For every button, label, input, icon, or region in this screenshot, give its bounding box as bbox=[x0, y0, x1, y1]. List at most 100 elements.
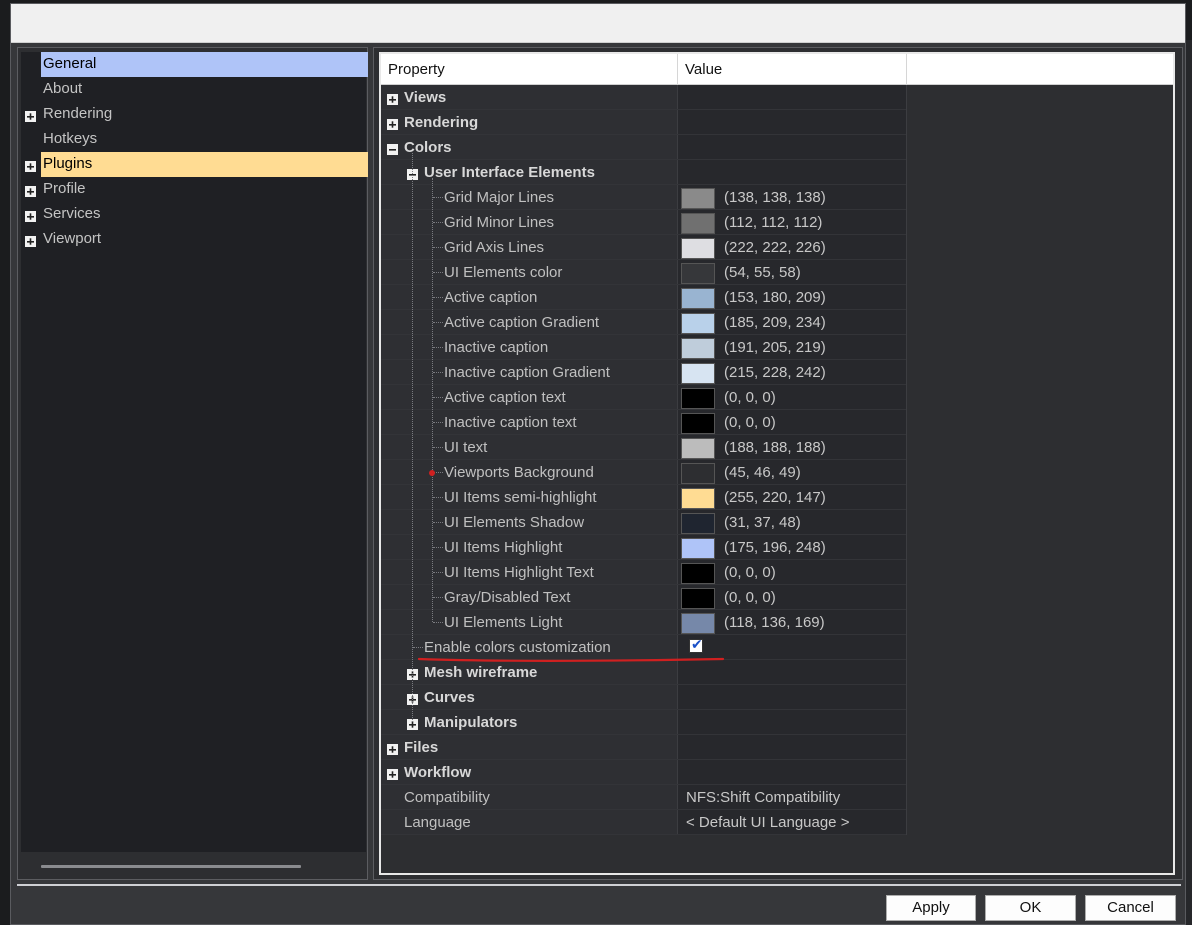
color-swatch[interactable] bbox=[681, 438, 715, 459]
category-item-about[interactable]: About bbox=[21, 77, 366, 102]
color-swatch[interactable] bbox=[681, 363, 715, 384]
color-property-grid-axis-lines[interactable]: Grid Axis Lines (222, 222, 226) bbox=[381, 235, 906, 260]
color-property-ui-text[interactable]: UI text (188, 188, 188) bbox=[381, 435, 906, 460]
property-name: Curves bbox=[424, 689, 475, 706]
color-swatch[interactable] bbox=[681, 588, 715, 609]
property-value: (138, 138, 138) bbox=[724, 189, 826, 206]
tree-connector-line bbox=[433, 247, 443, 248]
color-swatch[interactable] bbox=[681, 213, 715, 234]
group-files[interactable]: Files bbox=[381, 735, 906, 760]
category-tree-panel: General About Rendering Hotkeys Plugins Profi… bbox=[17, 47, 368, 880]
property-value: (31, 37, 48) bbox=[724, 514, 801, 531]
property-value: (118, 136, 169) bbox=[724, 614, 825, 631]
color-swatch[interactable] bbox=[681, 188, 715, 209]
tree-connector-line bbox=[433, 322, 443, 323]
color-property-inactive-caption[interactable]: Inactive caption (191, 205, 219) bbox=[381, 335, 906, 360]
property-name: Inactive caption Gradient bbox=[444, 364, 610, 381]
category-item-profile[interactable]: Profile bbox=[21, 177, 366, 202]
color-property-ui-elements-shadow[interactable]: UI Elements Shadow (31, 37, 48) bbox=[381, 510, 906, 535]
tree-connector-line bbox=[433, 522, 443, 523]
property-name: Views bbox=[404, 89, 447, 106]
color-swatch[interactable] bbox=[681, 388, 715, 409]
collapse-minus-icon[interactable] bbox=[387, 142, 398, 155]
color-swatch[interactable] bbox=[681, 538, 715, 559]
tree-connector-line bbox=[433, 622, 443, 623]
color-swatch[interactable] bbox=[681, 613, 715, 634]
column-header-value[interactable]: Value bbox=[678, 54, 907, 85]
color-property-grid-minor-lines[interactable]: Grid Minor Lines (112, 112, 112) bbox=[381, 210, 906, 235]
group-rendering[interactable]: Rendering bbox=[381, 110, 906, 135]
color-property-ui-items-highlight[interactable]: UI Items Highlight (175, 196, 248) bbox=[381, 535, 906, 560]
group-workflow[interactable]: Workflow bbox=[381, 760, 906, 785]
category-item-general[interactable]: General bbox=[21, 52, 368, 77]
property-value: (215, 228, 242) bbox=[724, 364, 826, 381]
property-value: (0, 0, 0) bbox=[724, 414, 776, 431]
enable-colors-checkbox[interactable]: ✔ bbox=[689, 637, 703, 653]
category-item-services[interactable]: Services bbox=[21, 202, 366, 227]
color-swatch[interactable] bbox=[681, 463, 715, 484]
group-user-interface-elements[interactable]: User Interface Elements bbox=[381, 160, 906, 185]
language-row[interactable]: Language < Default UI Language > bbox=[381, 810, 906, 835]
color-property-active-caption-gradient[interactable]: Active caption Gradient (185, 209, 234) bbox=[381, 310, 906, 335]
expand-plus-icon[interactable] bbox=[387, 92, 398, 105]
color-property-ui-items-semi-highlight[interactable]: UI Items semi-highlight (255, 220, 147) bbox=[381, 485, 906, 510]
color-property-grid-major-lines[interactable]: Grid Major Lines (138, 138, 138) bbox=[381, 185, 906, 210]
color-property-inactive-caption-text[interactable]: Inactive caption text (0, 0, 0) bbox=[381, 410, 906, 435]
property-value: (188, 188, 188) bbox=[724, 439, 826, 456]
property-value: (0, 0, 0) bbox=[724, 564, 776, 581]
color-swatch[interactable] bbox=[681, 238, 715, 259]
column-divider bbox=[906, 85, 907, 835]
category-item-label: Hotkeys bbox=[43, 130, 98, 147]
color-property-active-caption-text[interactable]: Active caption text (0, 0, 0) bbox=[381, 385, 906, 410]
category-item-plugins[interactable]: Plugins bbox=[21, 152, 368, 177]
color-property-ui-elements-color[interactable]: UI Elements color (54, 55, 58) bbox=[381, 260, 906, 285]
scrollbar-thumb[interactable] bbox=[41, 865, 301, 868]
property-name: Gray/Disabled Text bbox=[444, 589, 571, 606]
category-item-hotkeys[interactable]: Hotkeys bbox=[21, 127, 366, 152]
color-property-inactive-caption-gradient[interactable]: Inactive caption Gradient (215, 228, 242) bbox=[381, 360, 906, 385]
property-value: (175, 196, 248) bbox=[724, 539, 826, 556]
compatibility-row[interactable]: Compatibility NFS:Shift Compatibility bbox=[381, 785, 906, 810]
color-property-gray-disabled-text[interactable]: Gray/Disabled Text (0, 0, 0) bbox=[381, 585, 906, 610]
category-tree-scrollbar[interactable] bbox=[21, 856, 366, 876]
color-property-active-caption[interactable]: Active caption (153, 180, 209) bbox=[381, 285, 906, 310]
group-manipulators[interactable]: Manipulators bbox=[381, 710, 906, 735]
group-colors[interactable]: Colors bbox=[381, 135, 906, 160]
column-header-property[interactable]: Property bbox=[381, 54, 678, 85]
color-swatch[interactable] bbox=[681, 338, 715, 359]
color-swatch[interactable] bbox=[681, 513, 715, 534]
expand-plus-icon[interactable] bbox=[25, 159, 36, 172]
group-curves[interactable]: Curves bbox=[381, 685, 906, 710]
ok-button[interactable]: OK bbox=[985, 895, 1076, 921]
property-name: User Interface Elements bbox=[424, 164, 595, 181]
color-swatch[interactable] bbox=[681, 413, 715, 434]
color-swatch[interactable] bbox=[681, 263, 715, 284]
color-property-ui-elements-light[interactable]: UI Elements Light (118, 136, 169) bbox=[381, 610, 906, 635]
category-item-viewport[interactable]: Viewport bbox=[21, 227, 366, 252]
expand-plus-icon[interactable] bbox=[387, 117, 398, 130]
category-item-rendering[interactable]: Rendering bbox=[21, 102, 366, 127]
expand-plus-icon[interactable] bbox=[25, 234, 36, 247]
color-swatch[interactable] bbox=[681, 563, 715, 584]
expand-plus-icon[interactable] bbox=[25, 209, 36, 222]
property-value: (185, 209, 234) bbox=[724, 314, 826, 331]
expand-plus-icon[interactable] bbox=[25, 184, 36, 197]
property-value: NFS:Shift Compatibility bbox=[686, 789, 841, 806]
expand-plus-icon[interactable] bbox=[387, 767, 398, 780]
color-property-viewports-background[interactable]: Viewports Background (45, 46, 49) bbox=[381, 460, 906, 485]
color-swatch[interactable] bbox=[681, 313, 715, 334]
group-views[interactable]: Views bbox=[381, 85, 906, 110]
dialog-titlebar[interactable] bbox=[11, 4, 1185, 43]
expand-plus-icon[interactable] bbox=[25, 109, 36, 122]
cancel-button[interactable]: Cancel bbox=[1085, 895, 1176, 921]
tree-connector-line bbox=[433, 372, 443, 373]
tree-connector-line bbox=[433, 597, 443, 598]
color-swatch[interactable] bbox=[681, 488, 715, 509]
color-property-ui-items-highlight-text[interactable]: UI Items Highlight Text (0, 0, 0) bbox=[381, 560, 906, 585]
apply-button[interactable]: Apply bbox=[886, 895, 976, 921]
color-swatch[interactable] bbox=[681, 288, 715, 309]
expand-plus-icon[interactable] bbox=[387, 742, 398, 755]
property-name: Rendering bbox=[404, 114, 479, 131]
property-value: (0, 0, 0) bbox=[724, 589, 776, 606]
property-name: Inactive caption bbox=[444, 339, 549, 356]
